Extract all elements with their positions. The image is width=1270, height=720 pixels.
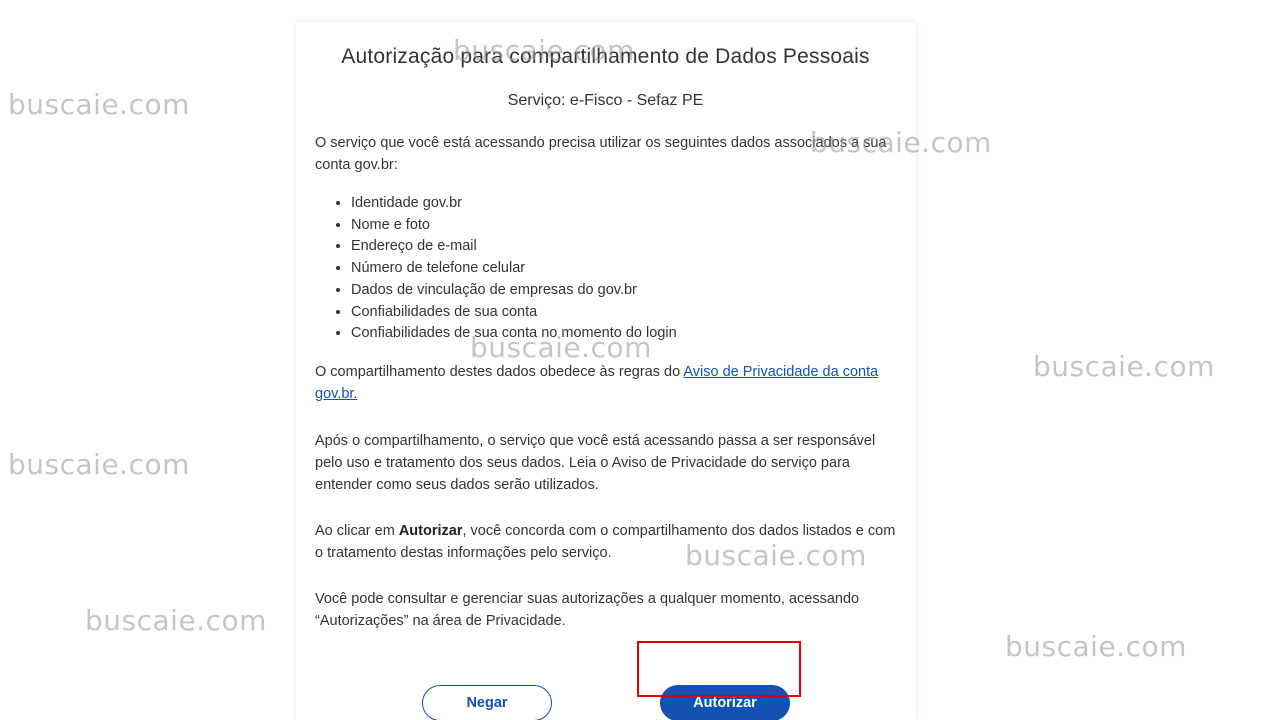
after-sharing-text: Após o compartilhamento, o serviço que v… xyxy=(315,432,876,493)
page: Autorização para compartilhamento de Dad… xyxy=(0,0,1270,720)
sharing-prefix: O compartilhamento destes dados obedece … xyxy=(315,363,684,380)
list-item: Confiabilidades de sua conta no momento … xyxy=(351,323,896,345)
manage-text: Você pode consultar e gerenciar suas aut… xyxy=(315,590,860,629)
deny-button[interactable]: Negar xyxy=(422,685,552,720)
list-item: Confiabilidades de sua conta xyxy=(351,302,896,324)
list-item: Identidade gov.br xyxy=(351,193,896,215)
action-buttons: Negar Autorizar xyxy=(296,662,916,720)
consent-prefix: Ao clicar em xyxy=(315,522,399,539)
watermark-text: buscaie.com xyxy=(8,448,190,481)
authorization-dialog: Autorização para compartilhamento de Dad… xyxy=(296,22,916,720)
watermark-text: buscaie.com xyxy=(1033,350,1215,383)
list-item: Número de telefone celular xyxy=(351,258,896,280)
authorize-button[interactable]: Autorizar xyxy=(660,685,790,720)
intro-text: O serviço que você está acessando precis… xyxy=(315,135,887,173)
watermark-text: buscaie.com xyxy=(85,604,267,637)
data-list: Identidade gov.br Nome e foto Endereço d… xyxy=(315,193,896,345)
list-item: Dados de vinculação de empresas do gov.b… xyxy=(351,280,896,302)
watermark-text: buscaie.com xyxy=(1005,630,1187,663)
list-item: Endereço de e-mail xyxy=(351,236,896,258)
consent-text: Ao clicar em Autorizar, você concorda co… xyxy=(315,520,896,564)
consent-bold: Autorizar xyxy=(398,522,463,539)
service-name: Serviço: e-Fisco - Sefaz PE xyxy=(507,92,704,109)
list-item: Nome e foto xyxy=(351,215,896,237)
sharing-text: O compartilhamento destes dados obedece … xyxy=(315,361,896,405)
watermark-text: buscaie.com xyxy=(8,88,190,121)
dialog-title: Autorização para compartilhamento de Dad… xyxy=(341,45,870,68)
